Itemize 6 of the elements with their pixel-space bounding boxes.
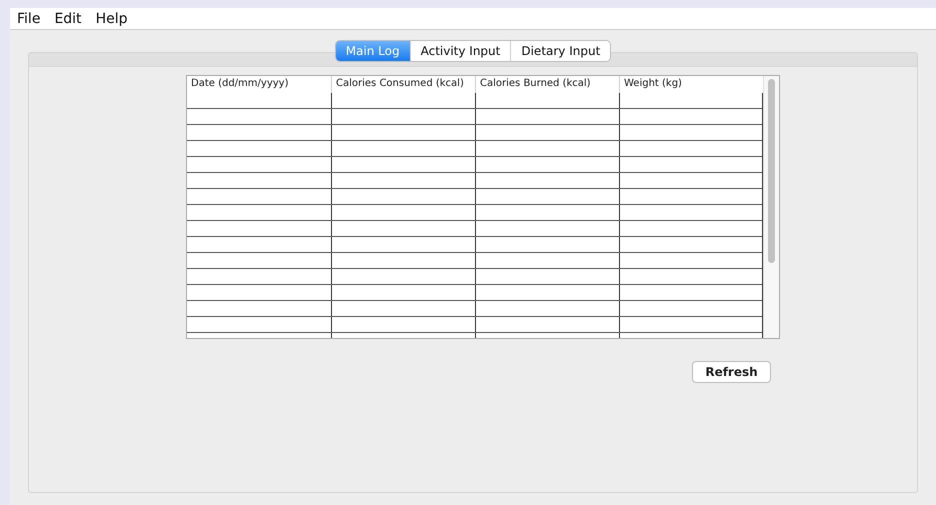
menu-item[interactable]: Edit xyxy=(47,8,89,28)
column-header[interactable]: Date (dd/mm/yyyy) xyxy=(187,76,331,93)
scroll-thumb[interactable] xyxy=(768,79,775,263)
refresh-button[interactable]: Refresh xyxy=(692,361,771,383)
menu-item[interactable]: File xyxy=(10,8,48,28)
menu-item[interactable]: Help xyxy=(88,8,134,28)
